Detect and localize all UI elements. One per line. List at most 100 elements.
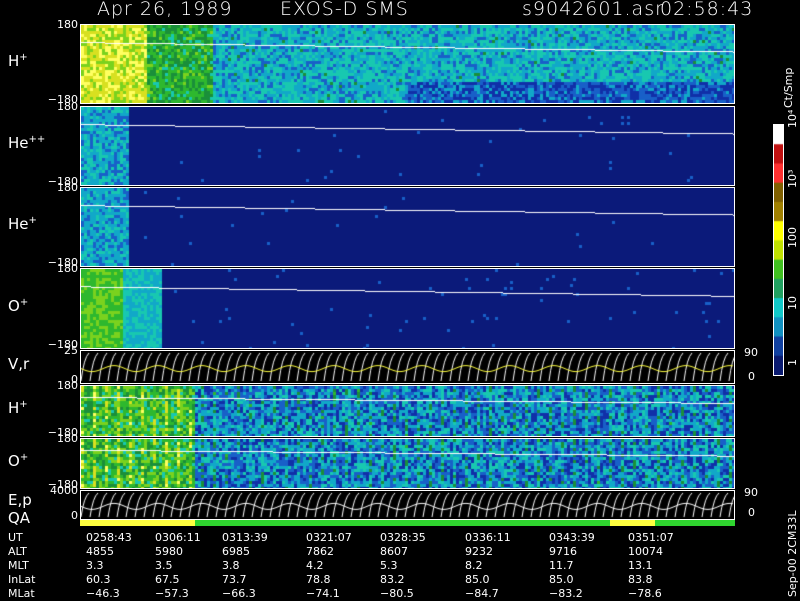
panel-h_plus-label: H+ xyxy=(8,52,28,70)
panel-o_plus-label-sup: + xyxy=(19,296,29,308)
panel-h_plus2-plot xyxy=(81,386,734,436)
table-cell: 8.2 xyxy=(465,559,483,572)
table-row: ALT 4855 5980 6985 7862 8607 9232 9716 10074 xyxy=(0,545,800,559)
panel-o_plus-ymax: 180 xyxy=(57,262,78,275)
panel-ep-ymin: 0 xyxy=(71,509,78,522)
table-cell: −74.1 xyxy=(306,587,340,600)
table-cell: 8607 xyxy=(380,545,408,558)
table-cell: 83.8 xyxy=(628,573,653,586)
table-cell: 0351:07 xyxy=(628,531,674,544)
table-cell: −80.5 xyxy=(380,587,414,600)
panel-h_plus-ymax: 180 xyxy=(57,18,78,31)
panel-he_plus-ymax: 180 xyxy=(57,181,78,194)
panel-he_plus-label-sup: + xyxy=(28,215,37,226)
quality-segment-warn xyxy=(80,520,195,526)
table-cell: 85.0 xyxy=(465,573,490,586)
table-cell: −57.3 xyxy=(155,587,189,600)
panel-ep-label2: QA xyxy=(8,509,31,527)
quality-bar xyxy=(80,520,735,526)
table-row-label: MLT xyxy=(8,559,29,572)
table-cell: −46.3 xyxy=(86,587,120,600)
table-cell: 0328:35 xyxy=(380,531,426,544)
plot-time: 02:58:43 xyxy=(660,0,754,20)
colorbar-unit: Ct/Smp xyxy=(782,67,795,108)
panel-vr-ymax: 25 xyxy=(64,344,78,357)
table-cell: 83.2 xyxy=(380,573,405,586)
panel-ep-label: E,p xyxy=(8,491,32,509)
table-cell: 5980 xyxy=(155,545,183,558)
table-cell: 7862 xyxy=(306,545,334,558)
panel-o_plus2-ymax: 180 xyxy=(57,432,78,445)
panel-ep-right-top: 90 xyxy=(744,486,758,499)
panel-h_plus xyxy=(80,24,735,104)
colorbar-tick: 10³ xyxy=(786,169,799,188)
panel-h_plus2-label: H+ xyxy=(8,399,28,417)
table-cell: 11.7 xyxy=(549,559,574,572)
panel-he_plus-label: He+ xyxy=(8,215,37,233)
quality-segment-warn xyxy=(610,520,655,526)
table-cell: 9716 xyxy=(549,545,577,558)
plot-file: s9042601.asr xyxy=(522,0,664,20)
table-cell: 78.8 xyxy=(306,573,331,586)
table-cell: −84.7 xyxy=(465,587,499,600)
panel-vr-right-top: 90 xyxy=(744,346,758,359)
table-cell: 67.5 xyxy=(155,573,180,586)
table-row-label: InLat xyxy=(8,573,36,586)
table-row-label: MLat xyxy=(8,587,35,600)
colorbar-gradient xyxy=(774,125,783,375)
table-cell: 0321:07 xyxy=(306,531,352,544)
table-cell: 0306:11 xyxy=(155,531,201,544)
table-row: MLT 3.3 3.5 3.8 4.2 5.3 8.2 11.7 13.1 xyxy=(0,559,800,573)
table-cell: 0343:39 xyxy=(549,531,595,544)
table-cell: 3.3 xyxy=(86,559,104,572)
panel-o_plus xyxy=(80,268,735,349)
panel-h_plus-label-sup: + xyxy=(19,52,28,63)
panel-ep-plot xyxy=(81,491,734,519)
panel-he_pp-plot xyxy=(81,107,734,185)
table-cell: 13.1 xyxy=(628,559,653,572)
panel-he_pp-label-sup: ++ xyxy=(28,134,46,145)
panel-o_plus-plot xyxy=(81,269,734,348)
table-cell: −66.3 xyxy=(222,587,256,600)
panel-h_plus2-label-sup: + xyxy=(19,399,28,410)
table-row-label: UT xyxy=(8,531,23,544)
table-cell: 0313:39 xyxy=(222,531,268,544)
table-cell: 10074 xyxy=(628,545,663,558)
table-cell: 0336:11 xyxy=(465,531,511,544)
panel-vr-label: V,r xyxy=(8,355,30,373)
panel-o_plus2-plot xyxy=(81,439,734,488)
panel-o_plus2-label: O+ xyxy=(8,451,29,470)
panel-o_plus2 xyxy=(80,438,735,489)
panel-he_plus-plot xyxy=(81,188,734,266)
panel-ep xyxy=(80,490,735,520)
table-cell: −83.2 xyxy=(549,587,583,600)
quality-segment-good xyxy=(655,520,735,526)
colorbar xyxy=(773,124,784,376)
colorbar-tick: 100 xyxy=(786,227,799,248)
panel-o_plus2-label-sup: + xyxy=(19,451,29,463)
panel-vr-right-bottom: 0 xyxy=(748,370,755,383)
panel-he_pp-ymax: 180 xyxy=(57,100,78,113)
panel-h_plus2-ymax: 180 xyxy=(57,379,78,392)
panel-vr xyxy=(80,350,735,384)
panel-ep-ymax: 4000 xyxy=(50,484,78,497)
table-cell: 0258:43 xyxy=(86,531,132,544)
table-cell: 9232 xyxy=(465,545,493,558)
plot-instrument: EXOS-D SMS xyxy=(280,0,409,20)
panel-he_pp xyxy=(80,106,735,186)
quality-segment-good xyxy=(195,520,610,526)
table-cell: 73.7 xyxy=(222,573,247,586)
table-cell: 3.8 xyxy=(222,559,240,572)
table-cell: 6985 xyxy=(222,545,250,558)
panel-vr-plot xyxy=(81,351,734,383)
panel-o_plus-label: O+ xyxy=(8,296,29,315)
colorbar-tick: 1 xyxy=(786,359,799,366)
table-cell: 4.2 xyxy=(306,559,324,572)
colorbar-tick: 10⁴ xyxy=(786,109,799,128)
panel-h_plus2 xyxy=(80,385,735,437)
table-cell: 5.3 xyxy=(380,559,398,572)
panel-he_pp-label: He++ xyxy=(8,134,46,152)
table-row: MLat −46.3 −57.3 −66.3 −74.1 −80.5 −84.7 −83.2 −… xyxy=(0,587,800,601)
table-cell: −78.6 xyxy=(628,587,662,600)
table-cell: 85.0 xyxy=(549,573,574,586)
